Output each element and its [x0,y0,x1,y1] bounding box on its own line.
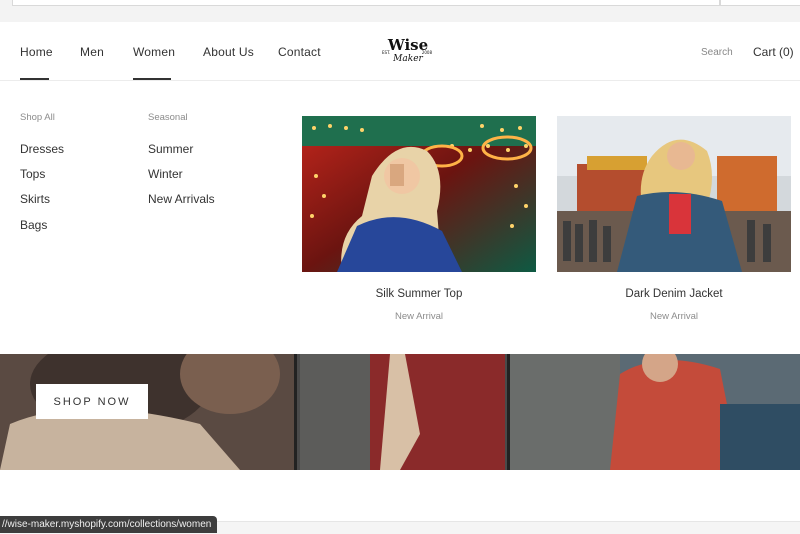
site-logo[interactable]: EST. Wise 2008 Maker [382,34,434,70]
nav-women-underline [133,78,171,80]
menu-item-bags[interactable]: Bags [20,218,47,232]
menu-item-dresses[interactable]: Dresses [20,142,64,156]
hero-banner: SHOP NOW [0,354,800,470]
nav-about-us[interactable]: About Us [203,45,254,59]
nav-contact[interactable]: Contact [278,45,321,59]
product-image[interactable] [302,116,536,272]
product-title[interactable]: Silk Summer Top [302,288,536,300]
page-body-blank [0,470,800,522]
nav-home-underline [20,78,49,80]
address-bar-edge[interactable] [12,0,720,6]
product-subtitle: New Arrival [394,311,444,322]
product-card[interactable]: Silk Summer Top New Arrival [302,116,536,322]
product-title[interactable]: Dark Denim Jacket [557,288,791,300]
product-subtitle: New Arrival [649,311,699,322]
fairground-photo [557,116,791,272]
mega-menu: Shop All Dresses Tops Skirts Bags Season… [0,81,800,354]
cart-link[interactable]: Cart (0) [753,45,794,59]
site-header: Home Men Women About Us Contact EST. Wis… [0,22,800,81]
menu-item-summer[interactable]: Summer [148,142,193,156]
seasonal-heading[interactable]: Seasonal [148,112,188,123]
menu-item-new-arrivals[interactable]: New Arrivals [148,192,215,206]
product-card[interactable]: Dark Denim Jacket New Arrival [557,116,791,322]
carnival-photo [302,116,536,272]
status-bar-url: //wise-maker.myshopify.com/collections/w… [0,516,218,533]
product-image[interactable] [557,116,791,272]
logo-maker: Maker [393,54,423,64]
browser-top-strip [0,0,800,22]
shop-now-button[interactable]: SHOP NOW [36,384,148,419]
nav-men[interactable]: Men [80,45,104,59]
menu-item-tops[interactable]: Tops [20,167,45,181]
menu-item-winter[interactable]: Winter [148,167,183,181]
search-link[interactable]: Search [701,47,733,58]
toolbar-edge [720,0,800,6]
nav-home[interactable]: Home [20,45,53,59]
menu-item-skirts[interactable]: Skirts [20,192,50,206]
nav-women[interactable]: Women [133,45,175,59]
shop-all-heading[interactable]: Shop All [20,112,55,123]
